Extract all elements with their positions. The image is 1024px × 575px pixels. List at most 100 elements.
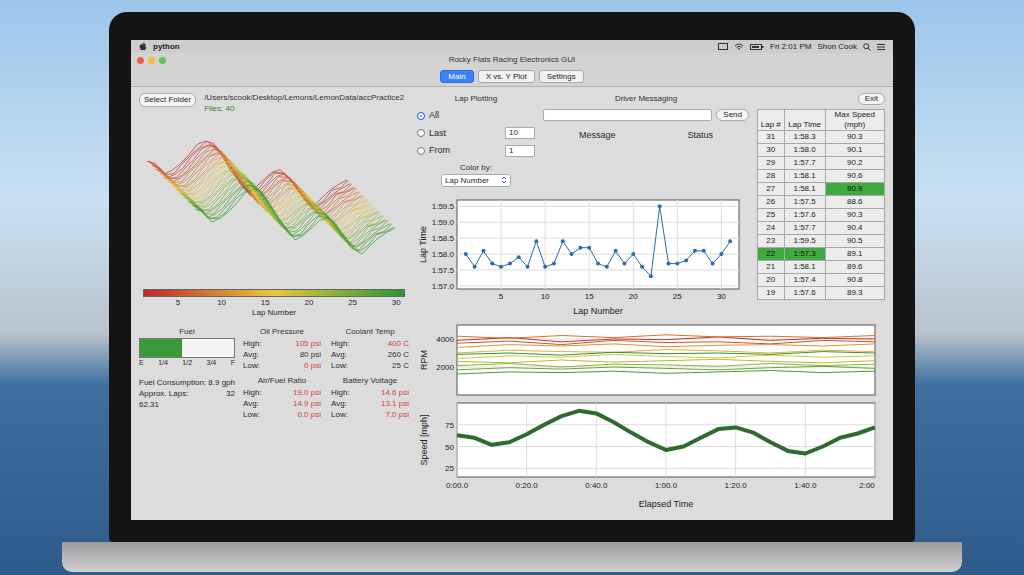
lap-time-point <box>719 252 723 256</box>
app-name: python <box>153 41 180 53</box>
main-panel: Select Folder/Users/scook/Desktop/Lemons… <box>131 87 893 520</box>
column-header: Max Speed (mph) <box>825 110 884 131</box>
lap-time-point <box>561 239 565 243</box>
sensor-stat: Low:7.0 psi <box>331 409 409 420</box>
y-tick: 1:57.0 <box>432 282 455 291</box>
speed-line <box>457 411 875 454</box>
sensor-title: Oil Pressure <box>243 326 321 338</box>
table-row[interactable]: 311:58.390.3 <box>758 131 885 144</box>
table-row[interactable]: 241:57.790.4 <box>758 222 885 235</box>
lap-cell: 26 <box>758 196 785 209</box>
surface-line <box>153 146 353 211</box>
max-speed-cell: 90.4 <box>825 222 884 235</box>
sensor-block: Oil PressureHigh:105 psiAvg:80 psiLow:0 … <box>243 326 321 371</box>
close-button[interactable] <box>137 57 144 64</box>
lap-time-point <box>499 265 503 269</box>
table-row[interactable]: 231:59.590.5 <box>758 235 885 248</box>
grid-line <box>666 403 667 477</box>
fuel-title: Fuel <box>139 326 235 338</box>
exit-button[interactable]: Exit <box>858 93 885 105</box>
tab[interactable]: Main <box>440 70 473 83</box>
lap-cell: 21 <box>758 261 785 274</box>
header-row: Lap #Lap TimeMax Speed (mph) <box>758 110 885 131</box>
table-row[interactable]: 261:57.588.6 <box>758 196 885 209</box>
message-list <box>543 143 749 191</box>
message-input[interactable] <box>543 109 712 121</box>
surface-line <box>155 149 355 214</box>
lap-cell: 20 <box>758 274 785 287</box>
table-row[interactable]: 211:58.189.6 <box>758 261 885 274</box>
gauges: FuelE1/41/23/4FFuel Consumption:8.9 gphA… <box>139 326 409 420</box>
colorbar-tick: 20 <box>304 297 313 309</box>
window-titlebar: Rocky Flats Racing Electronics GUIMainX … <box>131 53 893 87</box>
x-axis-label: Elapsed Time <box>639 499 694 509</box>
x-tick: 15 <box>585 292 594 301</box>
sensor-title: Coolant Temp <box>331 326 409 338</box>
fuel-gauge <box>139 338 235 358</box>
table-row[interactable]: 301:58.090.1 <box>758 144 885 157</box>
stat-label: Low: <box>331 360 348 371</box>
lap-time-point <box>728 239 732 243</box>
table-row[interactable]: 221:57.389.1 <box>758 248 885 261</box>
surface-line <box>168 161 368 226</box>
spin-box[interactable]: 10 <box>505 127 535 139</box>
max-speed-cell: 90.1 <box>825 144 884 157</box>
colorbar-tick: 15 <box>261 297 270 309</box>
color-by-select[interactable]: Lap Number <box>441 174 511 187</box>
spin-box[interactable]: 1 <box>505 145 535 157</box>
chart-part <box>502 177 506 183</box>
send-button[interactable]: Send <box>716 109 749 121</box>
surface-line <box>152 145 352 210</box>
max-speed-cell: 90.8 <box>825 274 884 287</box>
table-row[interactable]: 291:57.790.2 <box>758 157 885 170</box>
table-row[interactable]: 191:57.689.3 <box>758 287 885 300</box>
radio-button[interactable] <box>417 112 425 120</box>
y-tick: 1:58.0 <box>432 250 455 259</box>
sensor-stat: Avg:14.9 psi <box>243 398 321 409</box>
lap-time-cell: 1:58.1 <box>784 183 825 196</box>
select-folder-button[interactable]: Select Folder <box>139 93 196 107</box>
surface-line <box>149 141 349 206</box>
fuel-tick: 1/4 <box>158 358 168 369</box>
message-header: MessageStatus <box>543 129 749 143</box>
x-axis-label: Lap Number <box>573 306 623 316</box>
surface-plot <box>139 118 401 286</box>
lap-time-point <box>605 265 609 269</box>
exit-row: Exit <box>757 93 885 105</box>
tab[interactable]: X vs. Y Plot <box>478 70 535 83</box>
left-panel: Select Folder/Users/scook/Desktop/Lemons… <box>139 93 409 514</box>
column-header: Message <box>543 129 652 143</box>
stat-value: 105 psi <box>295 338 321 349</box>
rpm-line <box>457 366 875 370</box>
table-row[interactable]: 281:58.190.6 <box>758 170 885 183</box>
table-row[interactable]: 201:57.490.8 <box>758 274 885 287</box>
fuel-tick: E <box>139 358 144 369</box>
table-row[interactable]: 271:58.190.9 <box>758 183 885 196</box>
tab[interactable]: Settings <box>539 70 584 83</box>
lap-time-point <box>464 252 468 256</box>
y-tick: 1:59.0 <box>432 218 455 227</box>
zoom-button[interactable] <box>159 57 166 64</box>
driver-messaging-panel: Driver Messaging Send MessageStatus <box>543 93 749 191</box>
lap-time-point <box>517 255 521 259</box>
grid-line <box>735 403 736 477</box>
lap-time-cell: 1:58.1 <box>784 261 825 274</box>
lap-time-point <box>473 265 477 269</box>
stat-label: Avg: <box>331 398 347 409</box>
lap-time-point <box>711 262 715 266</box>
table-row[interactable]: 251:57.690.3 <box>758 209 885 222</box>
sensor-stat: Avg:80 psi <box>243 349 321 360</box>
radio-button[interactable] <box>417 147 425 155</box>
rpm-plot-area <box>457 325 875 395</box>
sensor-stat: Avg:13.1 psi <box>331 398 409 409</box>
surface-line <box>165 157 365 222</box>
surface-line <box>184 177 384 242</box>
radio-button[interactable] <box>417 129 425 137</box>
max-speed-cell: 89.6 <box>825 261 884 274</box>
y-axis-label: RPM <box>419 350 429 370</box>
minimize-button[interactable] <box>148 57 155 64</box>
surface-line <box>147 141 347 206</box>
surface-line <box>193 186 393 251</box>
approx-laps: Approx. Laps:32 <box>139 388 235 399</box>
driver-messaging-title: Driver Messaging <box>543 93 749 105</box>
